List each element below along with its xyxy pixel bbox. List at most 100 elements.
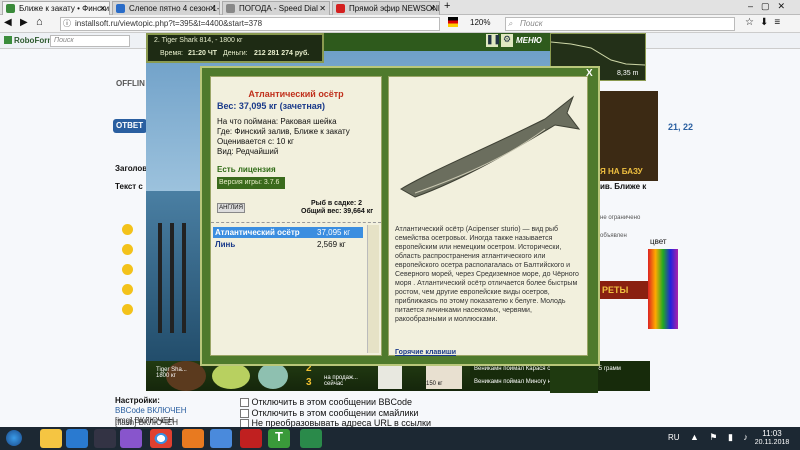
tab-bar: Ближе к закату • Финский з ✕ Слепое пятн… (0, 0, 800, 15)
close-tab-icon[interactable]: ✕ (319, 2, 326, 15)
catch-weight: 37,095 кг (317, 228, 351, 237)
banner-text: Я НА БАЗУ (600, 167, 643, 176)
roboform-search-input[interactable]: Поиск (50, 35, 130, 47)
firefox-taskbar-icon[interactable] (182, 429, 204, 448)
divider (211, 222, 381, 223)
window-controls[interactable]: –▢✕ (748, 1, 793, 12)
search-icon: ⌕ (508, 19, 513, 28)
settings-label: Настройки: (115, 396, 160, 405)
roboform-label[interactable]: RoboForm (14, 36, 54, 45)
tab-video-label: Слепое пятно 4 сезон 1-5,6 (129, 4, 220, 13)
page-numbers[interactable]: 21, 22 (668, 122, 693, 132)
game-status-panel: 2. Tiger Shark 814, - 1800 кг Время: 21:… (146, 33, 324, 63)
app-taskbar-icon[interactable] (300, 429, 322, 448)
clock-date[interactable]: 20.11.2018 (752, 439, 792, 446)
menu-button[interactable]: МЕНЮ (516, 36, 542, 45)
back-icon[interactable]: ◀ (4, 17, 12, 28)
tab-weather[interactable]: ПОГОДА - Speed Dial ✕ (222, 1, 330, 15)
groundbait-icon[interactable] (212, 363, 250, 389)
bbcode-status: BBCode ВКЛЮЧЕН (115, 406, 187, 415)
fish-bait: На что поймана: Раковая шейка (217, 117, 337, 126)
fish-rarity: Вид: Редчайший (217, 147, 279, 156)
german-flag-icon[interactable] (448, 17, 458, 27)
close-dialog-button[interactable]: X (586, 68, 598, 80)
sturgeon-image (400, 95, 581, 198)
home-icon[interactable]: ⌂ (36, 16, 43, 28)
rod-slot-icon[interactable] (378, 363, 402, 389)
app-taskbar-icon[interactable] (210, 429, 232, 448)
fishing-rod[interactable] (170, 223, 174, 333)
chrome-taskbar-icon[interactable] (150, 429, 172, 448)
zoom-level[interactable]: 120% (470, 18, 490, 27)
fish-details-pane: Атлантический осётр Вес: 37,095 кг (заче… (210, 76, 382, 356)
catch-list-scrollbar[interactable] (367, 225, 379, 353)
tab-video[interactable]: Слепое пятно 4 сезон 1-5,6 ✕ (112, 1, 220, 15)
tab-forum[interactable]: Ближе к закату • Финский з ✕ (2, 1, 110, 15)
game-taskbar-icon[interactable]: T (268, 429, 290, 448)
smiley-icon[interactable] (122, 284, 133, 295)
license-status: Есть лицензия (217, 165, 276, 174)
catch-name: Атлантический осётр (215, 228, 300, 237)
fishing-rod[interactable] (182, 223, 186, 333)
color-label: цвет (650, 237, 667, 246)
offline-label: OFFLIN (116, 79, 145, 88)
fish-price: Оценивается с: 10 кг (217, 137, 294, 146)
text-label: Текст с (115, 182, 143, 191)
tab-live[interactable]: Прямой эфир NEWSONE ✕ (332, 1, 440, 15)
slot-3-number: 3 (306, 377, 312, 388)
toolbar-icons[interactable]: ☆⬇≡ (745, 17, 786, 28)
explorer-taskbar-icon[interactable] (40, 429, 62, 448)
clock-time[interactable]: 11:03 (752, 429, 792, 438)
checkbox-bbcode-row[interactable]: Отключить в этом сообщении BBCode (240, 397, 412, 408)
close-tab-icon[interactable]: ✕ (209, 2, 216, 15)
time-label: Время: (160, 50, 184, 57)
checkbox-smilies[interactable] (240, 409, 249, 419)
hotkeys-link[interactable]: Горячие клавиши (395, 349, 456, 356)
settings-icon[interactable]: ⚙ (501, 34, 513, 47)
ie-taskbar-icon[interactable] (66, 429, 88, 448)
smiley-column (122, 224, 144, 334)
smiley-icon[interactable] (122, 224, 133, 235)
forward-icon[interactable]: ▶ (20, 17, 28, 28)
game-version: Версия игры: 3.7.6 (217, 177, 285, 189)
video-tab-icon (116, 4, 125, 13)
media-taskbar-icon[interactable] (94, 429, 116, 448)
catch-row[interactable]: Линь 2,569 кг (213, 239, 363, 250)
news-item: Веникамн поймал Карася серебряного на 44… (474, 366, 621, 372)
money-label: Деньги: (223, 50, 248, 57)
address-bar[interactable]: ⓘ installsoft.ru/viewtopic.php?t=395&t=4… (60, 17, 440, 31)
app-taskbar-icon[interactable] (240, 429, 262, 448)
time-value: 21:20 ЧТ (188, 50, 218, 57)
checkbox-smilies-row[interactable]: Отключить в этом сообщении смайлики (240, 408, 418, 419)
pause-icon[interactable]: ❚❚ (486, 34, 501, 47)
checkbox-bbcode[interactable] (240, 398, 249, 408)
language-indicator[interactable]: RU (668, 433, 680, 442)
fish-description: Атлантический осётр (Acipenser sturio) —… (395, 226, 579, 323)
search-input[interactable]: ⌕ Поиск (505, 17, 735, 31)
catch-row-selected[interactable]: Атлантический осётр 37,095 кг (213, 227, 363, 238)
sell-label[interactable]: на продаж... сейчас (324, 375, 366, 387)
flash-status: [flash] ВКЛЮЧЕН (115, 418, 179, 427)
tab-forum-label: Ближе к закату • Финский з (19, 4, 110, 13)
subject-label: Заголов (115, 164, 148, 173)
roboform-icon (4, 36, 12, 44)
close-tab-icon[interactable]: ✕ (429, 2, 436, 15)
smiley-icon[interactable] (122, 264, 133, 275)
color-palette[interactable] (648, 249, 678, 329)
fishing-rod[interactable] (158, 223, 162, 333)
shark-catch-label: Tiger Sha... 1800 кг (156, 367, 187, 379)
smiley-icon[interactable] (122, 244, 133, 255)
announced-fragment: объявлен (600, 233, 627, 239)
landing-net-icon[interactable] (258, 363, 288, 389)
smiley-icon[interactable] (122, 304, 133, 315)
site-info-icon: ⓘ (63, 19, 71, 28)
tray-icons[interactable]: ▲ ⚑ ▮ ♪ (690, 432, 752, 443)
viber-taskbar-icon[interactable] (120, 429, 142, 448)
topic-fragment: ив. Ближе к (600, 182, 647, 191)
start-button-icon[interactable] (6, 430, 22, 446)
answer-button[interactable]: ОТВЕТ (113, 119, 147, 133)
windows-taskbar: T RU ▲ ⚑ ▮ ♪ 11:03 20.11.2018 (0, 427, 800, 450)
fish-weight: Вес: 37,095 кг (зачетная) (217, 101, 326, 111)
close-tab-icon[interactable]: ✕ (99, 2, 106, 15)
new-tab-button[interactable]: + (444, 0, 450, 12)
